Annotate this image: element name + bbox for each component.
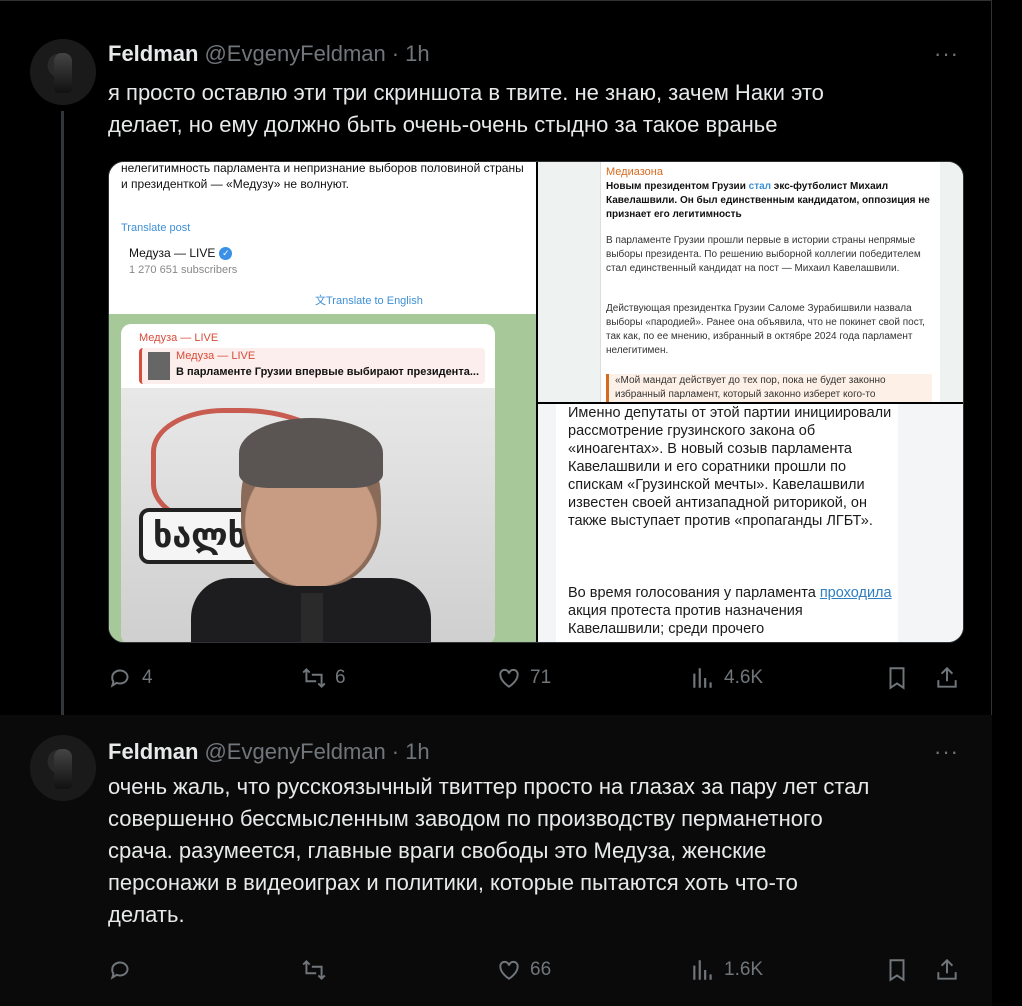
like-button[interactable]: 66 bbox=[496, 957, 551, 983]
post-time[interactable]: 1h bbox=[405, 739, 429, 765]
repost-icon bbox=[302, 667, 326, 689]
post-text-line: персонажи в видеоиграх и политики, котор… bbox=[108, 870, 798, 895]
repost-button[interactable]: 6 bbox=[301, 665, 346, 691]
screenshot-headline: Новым президентом Грузии стал экс-футбол… bbox=[606, 181, 930, 220]
screenshot-paragraph: Во время голосования у парламента проход… bbox=[568, 585, 892, 637]
action-bar: 4 6 71 4.6K bbox=[108, 665, 964, 695]
quote-source: Медуза — LIVE bbox=[176, 350, 256, 362]
verified-icon: ✓ bbox=[219, 246, 233, 260]
post-text: очень жаль, что русскоязычный твиттер пр… bbox=[108, 771, 958, 931]
bookmark-button[interactable] bbox=[884, 957, 910, 983]
author-avatar[interactable] bbox=[30, 735, 96, 801]
post-header: Feldman @EvgenyFeldman · 1h bbox=[108, 739, 430, 765]
bookmark-icon bbox=[889, 667, 905, 690]
media-image-3[interactable]: Именно депутаты от этой партии иницииров… bbox=[538, 404, 963, 642]
post-text-line: делать. bbox=[108, 902, 185, 927]
post-time[interactable]: 1h bbox=[405, 41, 429, 67]
post-text-line: очень жаль, что русскоязычный твиттер пр… bbox=[108, 774, 870, 799]
reply-icon bbox=[110, 961, 129, 980]
screenshot-translate-english: ⽂Translate to English bbox=[315, 295, 423, 307]
screenshot-subscribers: 1 270 651 subscribers bbox=[129, 264, 238, 276]
views-button[interactable]: 4.6K bbox=[690, 665, 763, 691]
like-button[interactable]: 71 bbox=[496, 665, 551, 691]
media-grid[interactable]: нелегитимность парламента и непризнание … bbox=[108, 161, 964, 643]
repost-icon bbox=[302, 959, 326, 981]
photo-person-hair bbox=[239, 418, 383, 488]
separator-dot: · bbox=[391, 41, 400, 66]
screenshot-paragraph: Действующая президентка Грузии Саломе Зу… bbox=[606, 303, 925, 356]
screenshot-paragraph: В парламенте Грузии прошли первые в исто… bbox=[606, 235, 921, 274]
like-icon bbox=[499, 960, 519, 980]
screenshot-source: Медиазона bbox=[606, 166, 663, 178]
author-name[interactable]: Feldman bbox=[108, 739, 198, 765]
share-button[interactable] bbox=[934, 957, 960, 983]
more-options-icon[interactable]: ··· bbox=[934, 739, 959, 765]
quote-thumbnail bbox=[148, 352, 170, 380]
post-text-line: срача. разумеется, главные враги свободы… bbox=[108, 838, 767, 863]
reply-button[interactable] bbox=[108, 957, 142, 983]
post-text-line: делает, но ему должно быть очень-очень с… bbox=[108, 112, 778, 137]
like-icon bbox=[499, 668, 519, 688]
reply-count: 4 bbox=[142, 667, 153, 688]
thread-line bbox=[61, 111, 64, 731]
bubble-source: Медуза — LIVE bbox=[139, 332, 219, 344]
screenshot-message-bubble: Медуза — LIVE Медуза — LIVE В парламенте… bbox=[121, 324, 495, 642]
media-image-2[interactable]: Медиазона Новым президентом Грузии стал … bbox=[538, 162, 963, 404]
author-name[interactable]: Feldman bbox=[108, 41, 198, 67]
separator-dot: · bbox=[391, 739, 400, 764]
views-count: 4.6K bbox=[724, 667, 764, 688]
repost-count: 6 bbox=[335, 667, 346, 688]
share-icon bbox=[937, 666, 957, 688]
quote-text: В парламенте Грузии впервые выбирают пре… bbox=[176, 366, 479, 378]
screenshot-quote: «Мой мандат действует до тех пор, пока н… bbox=[606, 374, 932, 404]
action-bar: 66 1.6K bbox=[108, 957, 964, 987]
reply-icon bbox=[110, 669, 129, 688]
views-button[interactable]: 1.6K bbox=[690, 957, 763, 983]
post-text-line: совершенно бессмысленным заводом по прои… bbox=[108, 806, 823, 831]
post-1[interactable]: Feldman @EvgenyFeldman · 1h ··· я просто… bbox=[0, 0, 992, 731]
media-image-1[interactable]: нелегитимность парламента и непризнание … bbox=[109, 161, 536, 642]
author-handle[interactable]: @EvgenyFeldman bbox=[204, 41, 385, 67]
post-text-line: я просто оставлю эти три скриншота в тви… bbox=[108, 80, 824, 105]
share-icon bbox=[937, 958, 957, 980]
bookmark-icon bbox=[889, 959, 905, 982]
author-avatar[interactable] bbox=[30, 39, 96, 105]
screenshot-intro-text: нелегитимность парламента и непризнание … bbox=[121, 161, 524, 191]
bubble-quote: Медуза — LIVE В парламенте Грузии впервы… bbox=[139, 348, 485, 384]
repost-button[interactable] bbox=[301, 957, 335, 983]
bubble-photo: ხალხი bbox=[121, 388, 495, 642]
photo-person-tie bbox=[301, 593, 323, 642]
bookmark-button[interactable] bbox=[884, 665, 910, 691]
post-header: Feldman @EvgenyFeldman · 1h bbox=[108, 41, 430, 67]
views-count: 1.6K bbox=[724, 959, 764, 980]
author-handle[interactable]: @EvgenyFeldman bbox=[204, 739, 385, 765]
timeline-column: Feldman @EvgenyFeldman · 1h ··· я просто… bbox=[0, 0, 992, 1006]
more-options-icon[interactable]: ··· bbox=[934, 41, 959, 67]
share-button[interactable] bbox=[934, 665, 960, 691]
post-2[interactable]: Feldman @EvgenyFeldman · 1h ··· очень жа… bbox=[0, 715, 992, 1006]
post-text: я просто оставлю эти три скриншота в тви… bbox=[108, 77, 958, 141]
like-count: 71 bbox=[530, 667, 552, 688]
views-icon bbox=[693, 960, 712, 980]
right-gutter bbox=[992, 0, 1022, 1006]
like-count: 66 bbox=[530, 959, 552, 980]
views-icon bbox=[693, 668, 712, 688]
reply-button[interactable]: 4 bbox=[108, 665, 153, 691]
screenshot-channel: Медуза — LIVE ✓ bbox=[129, 246, 233, 260]
screenshot-translate-post: Translate post bbox=[121, 222, 191, 234]
screenshot-channel-name: Медуза — LIVE bbox=[129, 246, 216, 260]
screenshot-paragraph: Именно депутаты от этой партии иницииров… bbox=[568, 405, 892, 529]
